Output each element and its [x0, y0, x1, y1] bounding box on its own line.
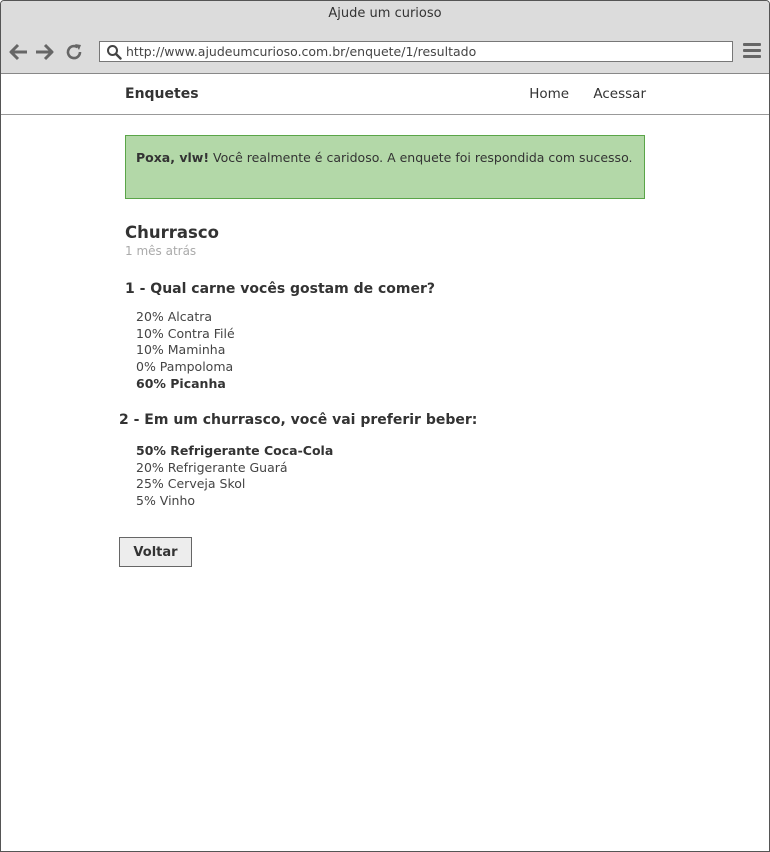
result-item: 20% Refrigerante Guará — [136, 459, 288, 475]
question-1-label: 1 - Qual carne vocês gostam de comer? — [125, 281, 436, 297]
result-item: 5% Vinho — [136, 493, 196, 509]
result-item: 10% Contra Filé — [136, 325, 235, 341]
alert-message: Você realmente é caridoso. A enquete foi… — [209, 150, 633, 165]
address-bar[interactable] — [99, 41, 733, 62]
result-item: 0% Pampoloma — [136, 359, 234, 375]
browser-window: Ajude um curioso Enquetes Home Acessar — [0, 0, 770, 852]
navbar-brand[interactable]: Enquetes — [125, 86, 199, 102]
site-navbar: Enquetes Home Acessar — [1, 74, 769, 115]
question-2-label: 2 - Em um churrasco, você vai preferir b… — [119, 412, 478, 428]
back-button[interactable]: Voltar — [119, 537, 192, 567]
reload-icon[interactable] — [64, 42, 84, 62]
result-item: 25% Cerveja Skol — [136, 476, 246, 492]
forward-arrow-icon[interactable] — [34, 42, 54, 62]
nav-link-acessar[interactable]: Acessar — [593, 86, 646, 102]
question-1-results: 20% Alcatra 10% Contra Filé 10% Maminha … — [136, 309, 235, 393]
poll-timestamp: 1 mês atrás — [125, 244, 197, 258]
nav-link-home[interactable]: Home — [529, 86, 569, 102]
result-item-winner: 60% Picanha — [136, 375, 226, 391]
poll-title: Churrasco — [125, 223, 219, 242]
search-icon — [107, 45, 122, 60]
question-2-results: 50% Refrigerante Coca-Cola 20% Refrigera… — [136, 443, 333, 510]
hamburger-menu-icon[interactable] — [743, 43, 761, 61]
result-item-winner: 50% Refrigerante Coca-Cola — [136, 443, 334, 458]
result-item: 20% Alcatra — [136, 309, 213, 324]
navbar-links: Home Acessar — [509, 86, 646, 102]
window-title: Ajude um curioso — [1, 1, 769, 31]
back-arrow-icon[interactable] — [9, 42, 29, 62]
result-item: 10% Maminha — [136, 342, 226, 358]
success-alert: Poxa, vlw! Você realmente é caridoso. A … — [125, 135, 645, 199]
url-input[interactable] — [126, 43, 726, 60]
browser-toolbar — [1, 31, 769, 74]
alert-strong: Poxa, vlw! — [136, 150, 210, 165]
